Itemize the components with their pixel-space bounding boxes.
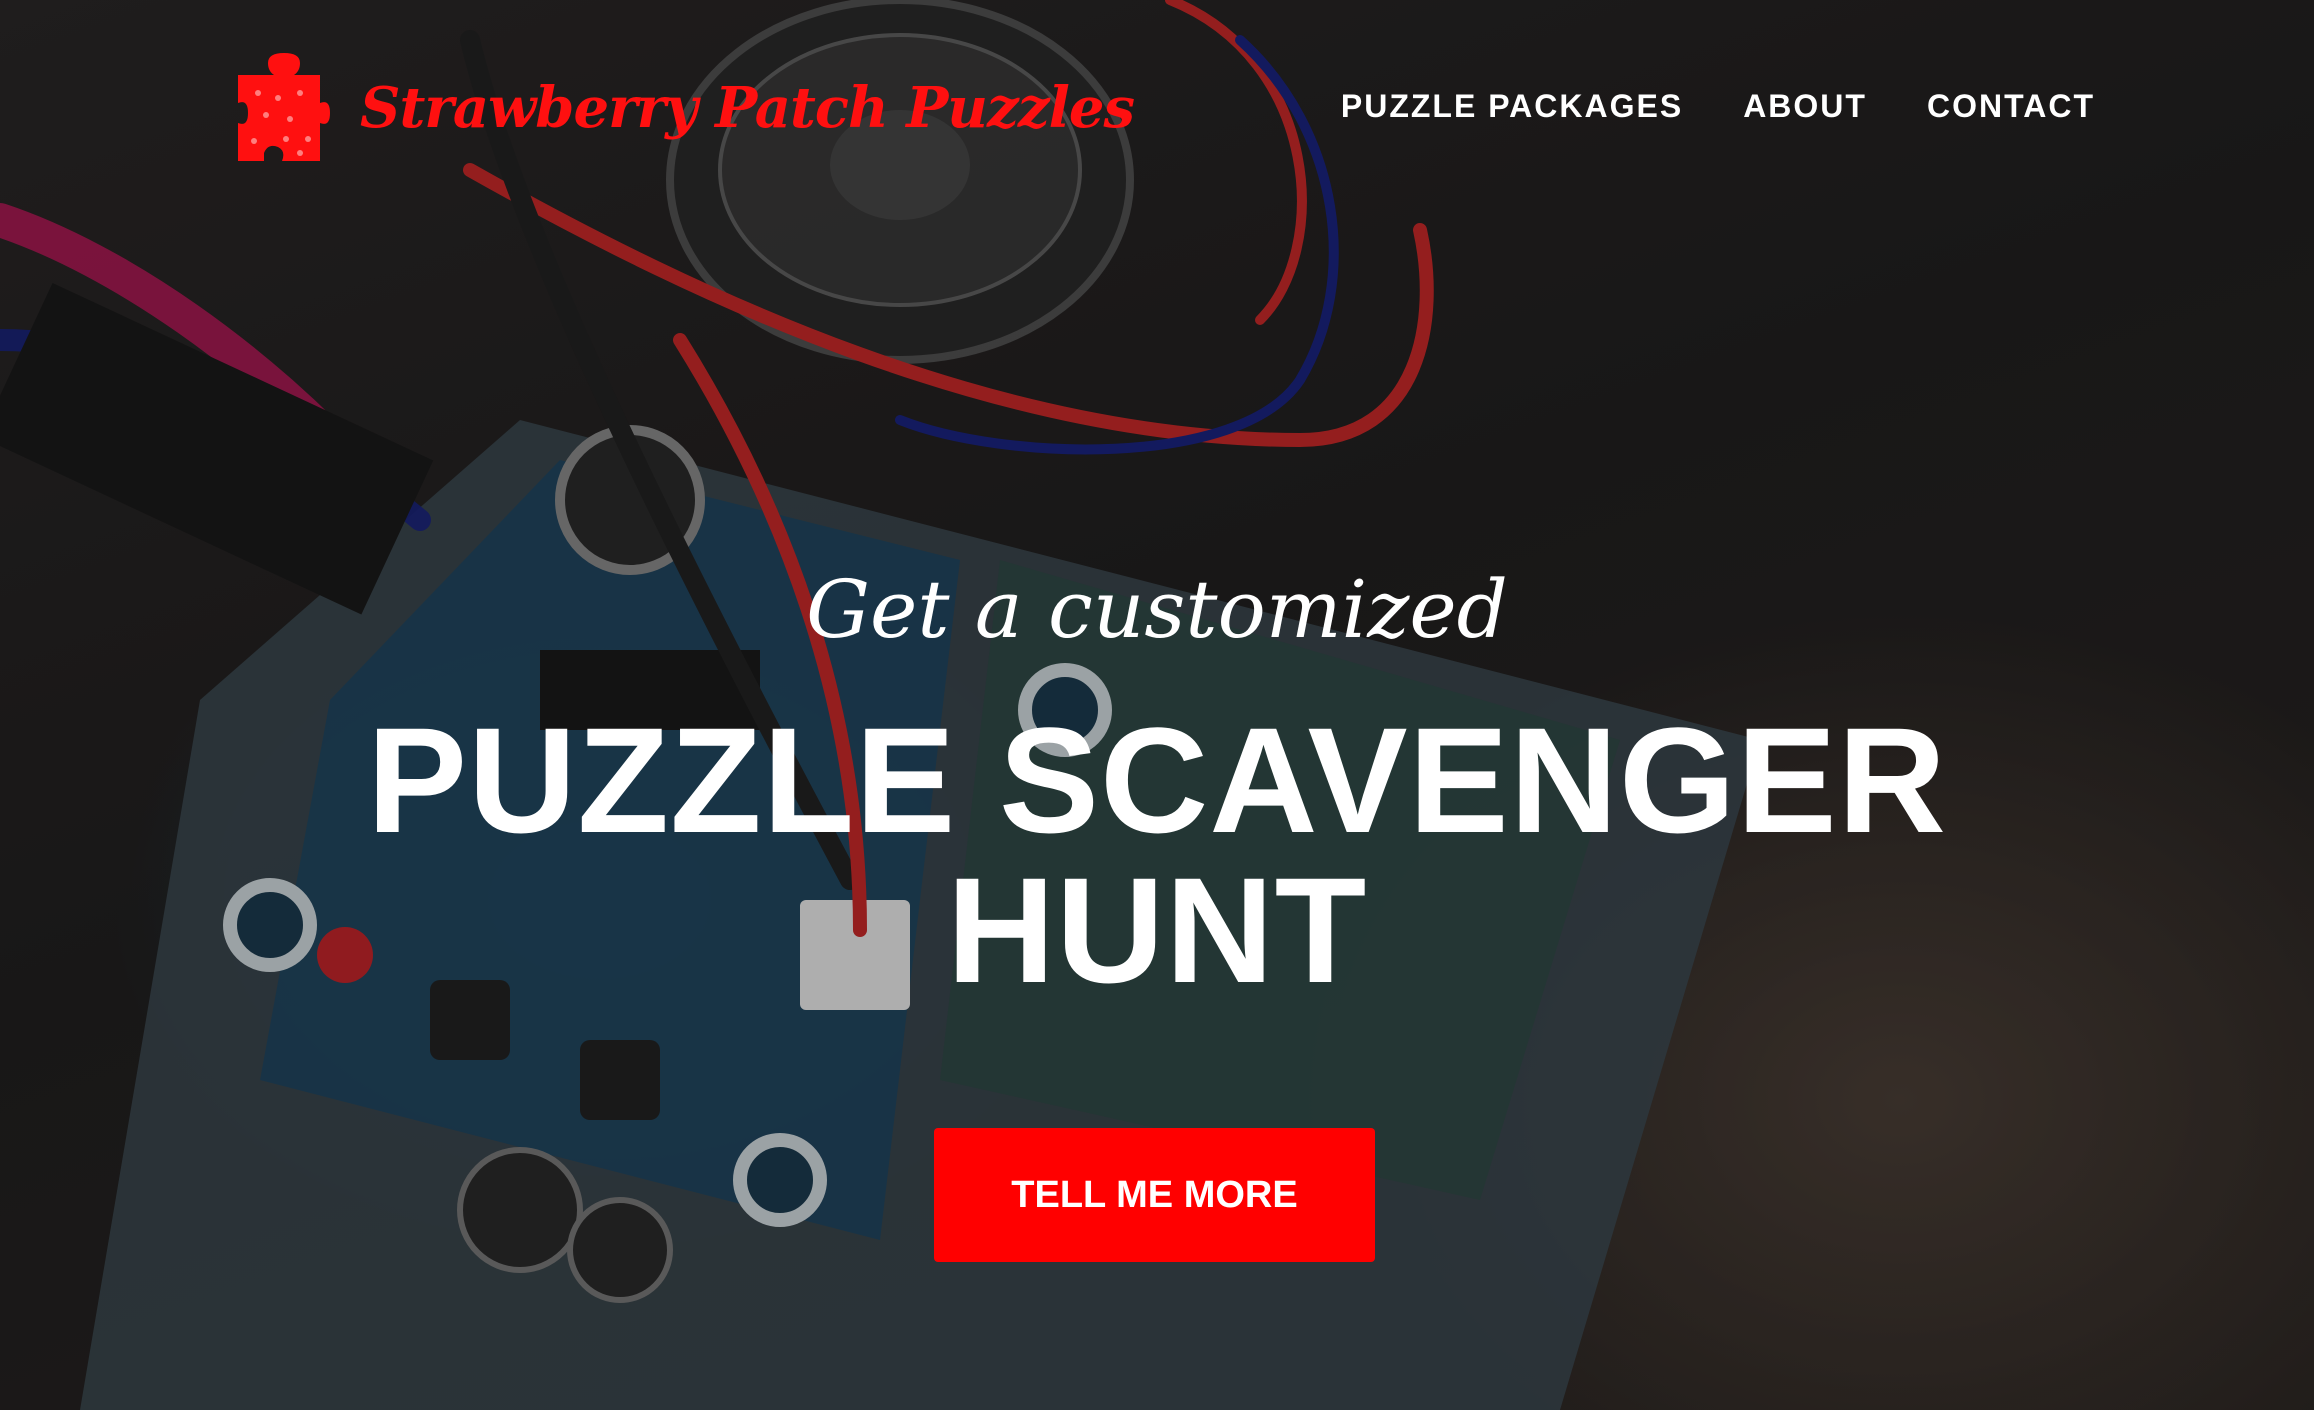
brand-link[interactable]: Strawberry Patch Puzzles <box>238 50 1135 165</box>
hero-heading: PUZZLE SCAVENGER HUNT <box>366 696 1947 1014</box>
nav-item-contact[interactable]: CONTACT <box>1927 88 2095 125</box>
nav-item-puzzle-packages[interactable]: PUZZLE PACKAGES <box>1341 88 1683 125</box>
navbar: Strawberry Patch Puzzles PUZZLE PACKAGES… <box>0 0 2314 220</box>
hero-section: Strawberry Patch Puzzles PUZZLE PACKAGES… <box>0 0 2314 1410</box>
brand-name: Strawberry Patch Puzzles <box>360 74 1135 141</box>
tell-me-more-button[interactable]: TELL ME MORE <box>934 1128 1375 1262</box>
hero-content: Get a customized PUZZLE SCAVENGER HUNT <box>0 563 2314 1014</box>
puzzle-piece-icon <box>238 52 330 161</box>
hero-subheading: Get a customized <box>806 563 1508 656</box>
nav-item-about[interactable]: ABOUT <box>1743 88 1867 125</box>
main-nav: PUZZLE PACKAGES ABOUT CONTACT <box>1341 88 2095 125</box>
